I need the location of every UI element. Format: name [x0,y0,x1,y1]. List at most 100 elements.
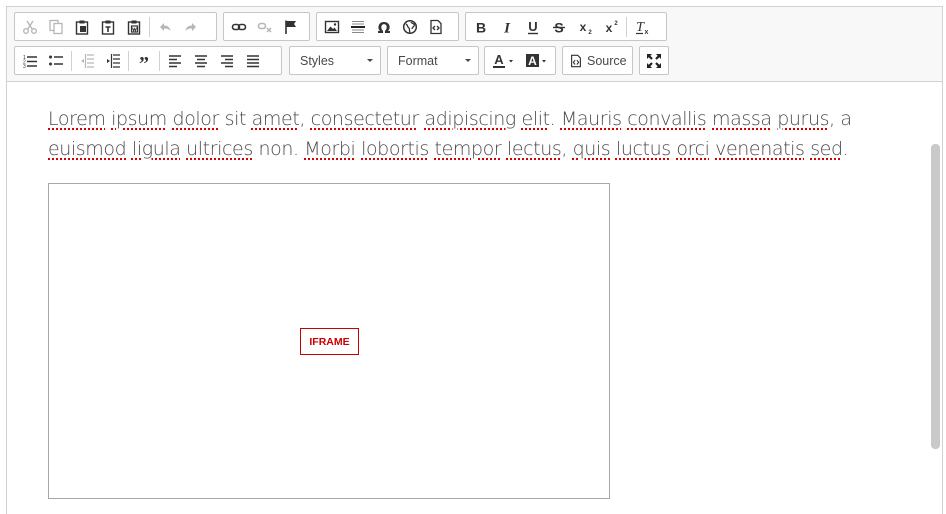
misspelled-word: lobortis [361,138,429,160]
svg-text:I: I [503,20,511,35]
misspelled-word: adipiscing [424,108,517,130]
copy-icon [49,19,63,34]
misspelled-word: venenatis [715,138,805,160]
svg-text:3: 3 [23,64,26,69]
align-right-icon [221,54,233,67]
misspelled-word: consectetur [310,108,420,130]
undo-icon [160,22,171,31]
indent-icon [107,53,120,68]
format-dropdown[interactable]: Format [387,46,479,75]
omega-icon: Ω [378,19,391,35]
editor-content-area[interactable]: Lorem ipsum dolor sit amet, consectetur … [7,82,942,514]
text-color-button[interactable]: A [487,48,520,73]
underline-button[interactable]: U [520,14,546,39]
links-group [223,12,310,41]
horizontal-line-button[interactable] [345,14,371,39]
maximize-button[interactable] [642,48,666,73]
chevron-down-icon [465,59,471,62]
link-icon [231,23,247,30]
align-left-button[interactable] [162,48,188,73]
misspelled-word: quis [572,138,611,160]
redo-button[interactable] [178,14,204,39]
globe-icon [402,19,418,34]
background-color-button[interactable]: A [520,48,553,73]
align-right-button[interactable] [214,48,240,73]
align-center-button[interactable] [188,48,214,73]
align-justify-icon [247,54,259,67]
anchor-button[interactable] [278,14,304,39]
misspelled-word: luctus [615,138,671,160]
misspelled-word: dolor [172,108,220,130]
justify-button[interactable] [240,48,266,73]
redo-icon [185,22,196,31]
cut-button[interactable] [17,14,43,39]
svg-text:x: x [645,29,649,35]
text-run: . [549,108,561,130]
remove-format-button[interactable]: Tx [629,14,655,39]
misspelled-word: ligula [131,138,181,160]
source-button[interactable]: Source [565,48,631,73]
indent-button[interactable] [100,48,126,73]
toolbar-separator [128,50,129,71]
iframe-button[interactable] [397,14,423,39]
undo-button[interactable] [152,14,178,39]
strikethrough-button[interactable]: S [546,14,572,39]
bold-icon: B [476,19,486,35]
tools-group [639,46,669,75]
text-color-icon: A [492,53,513,68]
bulleted-list-icon [49,55,63,65]
styles-dropdown[interactable]: Styles [289,46,381,75]
image-button[interactable] [319,14,345,39]
source-icon [571,54,581,67]
text-run: non. [252,138,305,160]
copy-button[interactable] [43,14,69,39]
source-button-label: Source [587,53,627,68]
misspelled-word: ultrices [186,138,253,160]
paste-from-word-button[interactable] [121,14,147,39]
insert-group: Ω [316,12,459,41]
outdent-button[interactable] [74,48,100,73]
iframe-placeholder[interactable]: IFRAME [48,183,610,499]
svg-text:x: x [580,20,587,34]
misspelled-word: Morbi [304,138,356,160]
embed-button[interactable] [423,14,449,39]
svg-text:2: 2 [614,21,618,27]
link-button[interactable] [226,14,252,39]
numbered-list-button[interactable]: 123 [17,48,43,73]
toolbar-separator [626,16,627,37]
bold-button[interactable]: B [468,14,494,39]
basic-styles-group: B I U S x2 x2 Tx [465,12,667,41]
svg-text:U: U [528,19,537,34]
svg-text:”: ” [139,53,149,69]
text-run: sit [218,108,252,130]
paste-button[interactable] [69,14,95,39]
align-left-icon [169,54,181,67]
special-char-button[interactable]: Ω [371,14,397,39]
quote-icon: ” [139,53,149,69]
iframe-label: IFRAME [300,328,359,355]
paste-text-icon [101,20,115,35]
text-run: , [561,138,573,160]
svg-text:2: 2 [588,30,592,35]
colors-group: A A [484,46,556,75]
numbered-list-icon: 123 [23,55,37,69]
italic-button[interactable]: I [494,14,520,39]
misspelled-word: Mauris [560,108,622,130]
unlink-button[interactable] [252,14,278,39]
align-center-icon [195,54,207,67]
superscript-icon: x2 [606,21,619,35]
editor-toolbar: Ω B I U S x2 x 2 T x 1 2 3 ” Styles Form… [7,7,942,82]
text-run: , a [829,108,852,130]
vertical-scrollbar[interactable] [931,144,940,449]
subscript-button[interactable]: x2 [572,14,598,39]
content-paragraph[interactable]: Lorem ipsum dolor sit amet, consectetur … [48,104,868,164]
italic-icon: I [503,20,511,35]
blockquote-button[interactable]: ” [131,48,157,73]
bulleted-list-button[interactable] [43,48,69,73]
toolbar-separator [149,16,150,37]
superscript-button[interactable]: x2 [598,14,624,39]
paste-text-button[interactable] [95,14,121,39]
paste-word-icon [127,20,141,35]
svg-text:Ω: Ω [378,19,391,35]
text-run: . [842,138,849,160]
